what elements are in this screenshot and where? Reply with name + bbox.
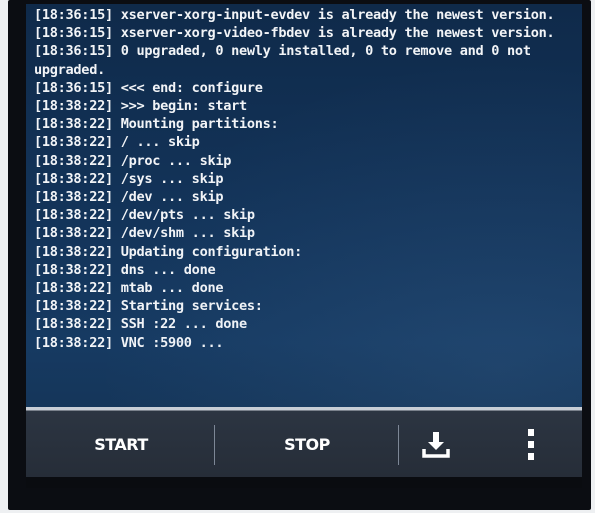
screen-bottom-edge (26, 477, 582, 488)
download-icon (422, 432, 450, 458)
stop-button[interactable]: STOP (222, 411, 392, 477)
log-line: [18:38:22] /dev/shm ... skip (34, 225, 255, 242)
start-button[interactable]: START (46, 411, 196, 477)
log-line: [18:38:22] /dev ... skip (34, 189, 224, 206)
log-line: [18:38:22] /dev/pts ... skip (34, 207, 255, 224)
toolbar-divider (398, 425, 399, 465)
log-line: [18:38:22] VNC :5900 ... (34, 334, 224, 351)
download-button[interactable] (406, 411, 466, 477)
log-line: [18:36:15] 0 upgraded, 0 newly installed… (34, 43, 539, 78)
log-line: [18:36:15] xserver-xorg-video-fbdev is a… (34, 25, 555, 42)
log-line: [18:38:22] Updating configuration: (34, 243, 303, 260)
log-line: [18:38:22] Mounting partitions: (34, 116, 279, 133)
log-line: [18:38:22] /sys ... skip (34, 170, 224, 187)
log-line: [18:36:15] <<< end: configure (34, 79, 263, 96)
log-line: [18:36:15] xserver-xorg-input-evdev is a… (34, 7, 555, 23)
toolbar-divider (214, 425, 215, 465)
action-bar: START STOP (26, 407, 582, 477)
log-line: [18:38:22] dns ... done (34, 261, 216, 278)
overflow-menu-button[interactable] (506, 411, 556, 477)
log-output: [18:36:15] xserver-xorg-input-evdev is a… (34, 6, 578, 352)
log-line: [18:38:22] / ... skip (34, 134, 200, 151)
log-line: [18:38:22] mtab ... done (34, 280, 224, 297)
log-line: [18:38:22] /proc ... skip (34, 152, 232, 169)
terminal-screen: [18:36:15] xserver-xorg-input-evdev is a… (26, 4, 582, 488)
log-line: [18:38:22] >>> begin: start (34, 98, 247, 115)
device-photo: [18:36:15] xserver-xorg-input-evdev is a… (0, 0, 595, 513)
log-line: [18:38:22] Starting services: (34, 298, 263, 315)
overflow-menu-icon (528, 428, 534, 460)
log-line: [18:38:22] SSH :22 ... done (34, 316, 247, 333)
